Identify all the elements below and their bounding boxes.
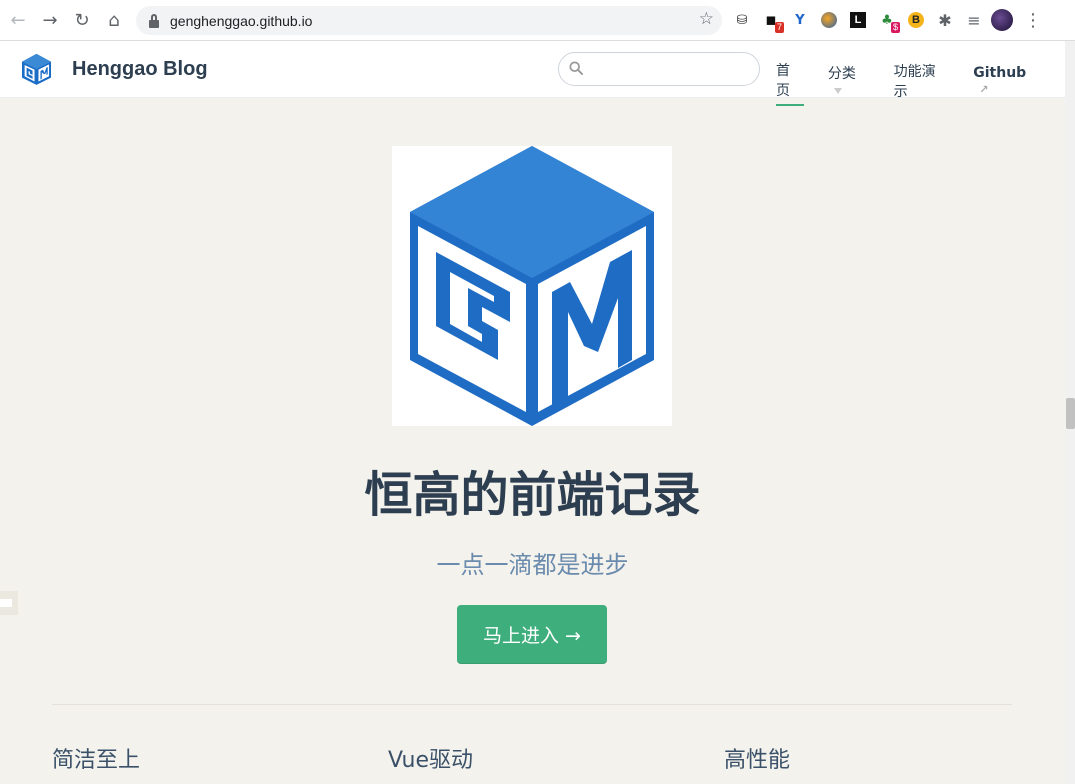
search-icon [569,61,583,75]
search-input[interactable] [558,52,760,86]
extensions-bar: ⛁ ◼ 7 Y L ♣ $ B ✱ ≡ ⋮ [730,8,1042,33]
fox-extension-icon[interactable] [817,8,841,32]
hero-logo-image [392,146,672,426]
puzzle-extension-icon[interactable]: ✱ [933,8,957,32]
external-link-icon: ↗ [979,83,989,96]
gm-cube-logo-icon [410,146,654,426]
hero-description: 一点一滴都是进步 [436,551,629,579]
nav-item-github[interactable]: Github ↗ [973,65,1041,101]
forward-arrow-icon[interactable]: → [34,4,66,36]
y-extension-icon[interactable]: Y [788,8,812,32]
lock-icon [148,13,160,28]
nav-links: 首页 分类 功能演示 Github ↗ [776,60,1065,106]
side-tab[interactable] [0,591,18,615]
extension-badge: 7 [774,22,784,33]
scrollbar-thumb[interactable] [1066,398,1075,429]
back-arrow-icon[interactable]: ← [2,4,34,36]
square-l-extension-icon[interactable]: L [846,8,870,32]
site-navbar: Henggao Blog 首页 分类 功能演示 Github ↗ [0,41,1065,106]
extension-badge: $ [890,22,900,33]
feature-title: 高性能 [724,748,791,773]
feature-title: Vue驱动 [388,748,474,773]
site-title[interactable]: Henggao Blog [72,58,208,81]
nav-item-github-label: Github [973,65,1027,81]
url-text[interactable]: genghenggao.github.io [170,13,312,29]
dollar-extension-icon[interactable]: ♣ $ [875,8,900,33]
site-logo-icon[interactable] [20,52,53,86]
address-bar[interactable]: genghenggao.github.io ☆ [136,6,722,35]
nav-item-home[interactable]: 首页 [776,60,804,106]
dropdown-caret-icon [833,88,842,94]
nav-item-demo[interactable]: 功能演示 [894,61,950,105]
reload-icon[interactable]: ↻ [66,4,98,36]
coins-extension-icon[interactable]: ⛁ [730,8,754,32]
bookmark-star-icon[interactable]: ☆ [699,9,714,29]
playlist-icon[interactable]: ≡ [962,8,986,32]
page-scrollbar[interactable] [1065,41,1075,784]
more-menu-icon[interactable]: ⋮ [1024,10,1042,31]
hero-title: 恒高的前端记录 [364,467,701,523]
ghost-extension-icon[interactable]: ◼ 7 [759,8,784,33]
get-started-button[interactable]: 马上进入 → [457,605,607,664]
nav-item-category-label: 分类 [827,66,856,82]
home-icon[interactable]: ⌂ [98,4,130,36]
nav-item-category[interactable]: 分类 [828,63,870,103]
b-extension-icon[interactable]: B [904,8,928,32]
feature-title: 简洁至上 [52,748,141,773]
browser-toolbar: ← → ↻ ⌂ genghenggao.github.io ☆ ⛁ ◼ 7 Y L… [0,0,1075,41]
profile-avatar[interactable] [991,9,1013,31]
features-divider [52,704,1012,705]
